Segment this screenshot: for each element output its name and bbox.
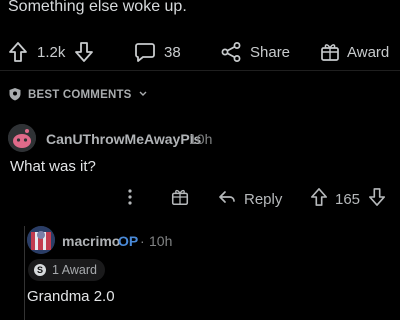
downvote-icon	[74, 41, 94, 63]
award-button[interactable]: Award	[319, 38, 389, 66]
share-button[interactable]: Share	[220, 38, 290, 66]
sort-label: BEST COMMENTS	[28, 89, 132, 101]
comments-count: 38	[164, 43, 181, 61]
sort-selector[interactable]: BEST COMMENTS	[8, 86, 148, 104]
post-text-fragment: Something else woke up.	[8, 0, 187, 15]
award-icon	[319, 41, 341, 63]
user-avatar-icon	[27, 226, 55, 254]
comment-downvote-button[interactable]	[368, 186, 386, 212]
upvote-icon	[310, 187, 328, 211]
comment-icon	[134, 41, 156, 63]
comment-timestamp: 10h	[189, 131, 213, 147]
reply-author[interactable]: macrimo	[62, 233, 120, 249]
more-options-button[interactable]	[124, 186, 136, 212]
chevron-down-icon	[138, 89, 148, 101]
separator-dot: ·	[140, 233, 145, 249]
award-badge[interactable]: S 1 Award	[28, 259, 105, 281]
reply-body: Grandma 2.0	[27, 288, 115, 305]
give-award-button[interactable]	[170, 186, 190, 212]
downvote-button[interactable]	[74, 38, 94, 66]
share-icon	[220, 41, 242, 63]
award-icon	[170, 187, 190, 211]
more-icon	[124, 187, 136, 211]
post-action-bar: 1.2k 38 Share Award	[0, 38, 400, 66]
silver-award-icon: S	[34, 264, 46, 276]
comments-button[interactable]: 38	[134, 38, 181, 66]
avatar[interactable]	[27, 226, 55, 254]
reply-button[interactable]: Reply	[218, 186, 282, 212]
upvote-icon	[8, 41, 28, 63]
share-label: Share	[250, 43, 291, 61]
thread-line[interactable]	[24, 226, 25, 320]
comment-body: What was it?	[10, 158, 96, 175]
award-label: Award	[347, 43, 390, 61]
op-badge: OP	[118, 233, 139, 249]
upvote-count: 1.2k	[37, 43, 66, 61]
reply-label: Reply	[244, 190, 283, 208]
comment-score: 165	[335, 190, 361, 208]
comment-author[interactable]: CanUThrowMeAwayPls	[46, 131, 201, 147]
comment-action-bar: Reply 165	[0, 186, 400, 212]
avatar[interactable]	[8, 124, 36, 152]
shield-icon	[8, 87, 22, 104]
upvote-button[interactable]	[8, 38, 28, 66]
comment-upvote-button[interactable]	[310, 186, 328, 212]
reply-icon	[218, 189, 236, 209]
reply-timestamp: 10h	[149, 233, 173, 249]
award-count: 1 Award	[52, 263, 97, 277]
reddit-avatar-icon	[8, 124, 36, 152]
downvote-icon	[368, 187, 386, 211]
divider	[0, 70, 400, 71]
